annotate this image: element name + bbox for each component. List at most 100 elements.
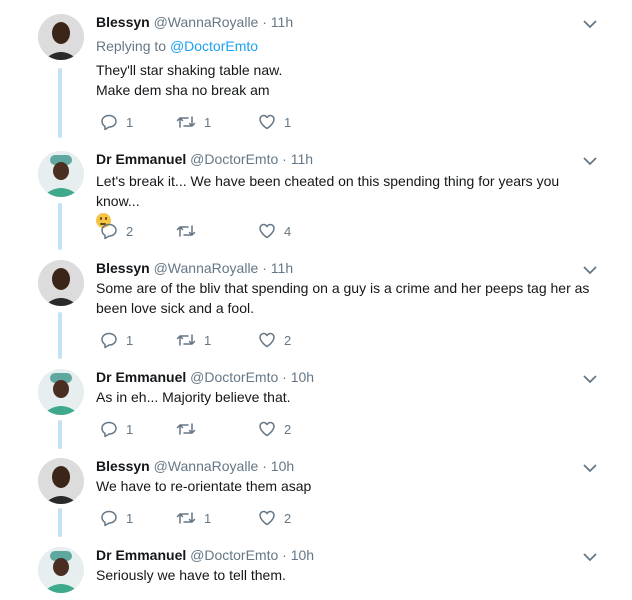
tweet[interactable]: Dr Emmanuel @DoctorEmto · 10h Seriously …	[0, 547, 632, 600]
heart-icon	[259, 421, 275, 437]
tweet-header: Blessyn @WannaRoyalle · 11h	[96, 14, 293, 30]
replying-to-link[interactable]: @DoctorEmto	[170, 38, 258, 54]
author-handle[interactable]: @WannaRoyalle	[154, 260, 259, 276]
heart-icon	[259, 114, 275, 130]
like-button[interactable]: 4	[258, 221, 291, 241]
tweet-actions: 1 1 1	[96, 112, 356, 132]
separator: ·	[282, 369, 287, 385]
author-handle[interactable]: @DoctorEmto	[190, 369, 278, 385]
reply-icon	[101, 114, 117, 131]
like-count: 1	[284, 114, 292, 130]
retweet-button[interactable]	[176, 419, 204, 439]
like-button[interactable]: 2	[258, 508, 291, 528]
reply-button[interactable]: 1	[100, 330, 133, 350]
tweet-line: been love sick and a fool.	[96, 300, 254, 316]
tweet[interactable]: Blessyn @WannaRoyalle · 11h Some are of …	[0, 260, 632, 360]
avatar[interactable]	[38, 369, 84, 415]
reply-button[interactable]: 2	[100, 221, 133, 241]
reply-icon	[101, 223, 117, 240]
heart-icon	[259, 223, 275, 239]
author-name[interactable]: Dr Emmanuel	[96, 369, 186, 385]
tweet-header: Blessyn @WannaRoyalle · 10h	[96, 458, 294, 474]
chevron-down-icon[interactable]	[582, 462, 598, 474]
author-name[interactable]: Blessyn	[96, 458, 150, 474]
author-handle[interactable]: @DoctorEmto	[190, 547, 278, 563]
separator: ·	[282, 547, 287, 563]
reply-icon	[101, 332, 117, 349]
avatar[interactable]	[38, 14, 84, 60]
tweet-header: Dr Emmanuel @DoctorEmto · 10h	[96, 369, 314, 385]
like-button[interactable]: 2	[258, 419, 291, 439]
heart-icon	[259, 332, 275, 348]
avatar[interactable]	[38, 151, 84, 197]
reply-icon	[101, 421, 117, 438]
replying-prefix: Replying to	[96, 38, 167, 54]
tweet-line: Some are of the bliv that spending on a …	[96, 280, 590, 296]
retweet-icon	[176, 423, 196, 435]
tweet[interactable]: Blessyn @WannaRoyalle · 10h We have to r…	[0, 458, 632, 538]
tweet-header: Blessyn @WannaRoyalle · 11h	[96, 260, 293, 276]
tweet-header: Dr Emmanuel @DoctorEmto · 11h	[96, 151, 313, 167]
tweet[interactable]: Dr Emmanuel @DoctorEmto · 10h As in eh..…	[0, 369, 632, 449]
tweet[interactable]: Dr Emmanuel @DoctorEmto · 11h Let's brea…	[0, 151, 632, 251]
retweet-button[interactable]: 1	[176, 330, 211, 350]
author-handle[interactable]: @WannaRoyalle	[154, 14, 259, 30]
like-button[interactable]: 1	[258, 112, 291, 132]
reply-button[interactable]: 1	[100, 112, 133, 132]
author-handle[interactable]: @WannaRoyalle	[154, 458, 259, 474]
retweet-icon	[176, 512, 196, 524]
timestamp[interactable]: 11h	[271, 260, 293, 276]
replying-to: Replying to @DoctorEmto	[96, 38, 258, 54]
retweet-button[interactable]: 1	[176, 112, 211, 132]
author-name[interactable]: Blessyn	[96, 260, 150, 276]
timestamp[interactable]: 10h	[291, 547, 314, 563]
tweet-actions: 1 2	[96, 419, 356, 439]
retweet-button[interactable]	[176, 221, 204, 241]
author-name[interactable]: Dr Emmanuel	[96, 547, 186, 563]
reply-button[interactable]: 1	[100, 419, 133, 439]
chevron-down-icon[interactable]	[582, 373, 598, 385]
retweet-button[interactable]: 1	[176, 508, 211, 528]
reply-icon	[101, 510, 117, 527]
timestamp[interactable]: 11h	[271, 14, 293, 30]
author-handle[interactable]: @DoctorEmto	[190, 151, 278, 167]
retweet-icon	[176, 225, 196, 237]
like-count: 2	[284, 421, 292, 437]
tweet-text: We have to re-orientate them asap	[96, 476, 606, 496]
tweet[interactable]: Blessyn @WannaRoyalle · 11h Replying to …	[0, 14, 632, 140]
avatar[interactable]	[38, 260, 84, 306]
timestamp[interactable]: 10h	[271, 458, 294, 474]
chevron-down-icon[interactable]	[582, 18, 598, 30]
timestamp[interactable]: 10h	[291, 369, 314, 385]
like-button[interactable]: 2	[258, 330, 291, 350]
chevron-down-icon[interactable]	[582, 155, 598, 167]
like-count: 2	[284, 510, 292, 526]
chevron-down-icon[interactable]	[582, 264, 598, 276]
author-name[interactable]: Blessyn	[96, 14, 150, 30]
avatar[interactable]	[38, 547, 84, 593]
avatar[interactable]	[38, 458, 84, 504]
tweet-line: Seriously we have to tell them.	[96, 567, 286, 583]
retweet-count: 1	[204, 114, 212, 130]
tweet-text: They'll star shaking table naw. Make dem…	[96, 60, 606, 100]
retweet-icon	[176, 334, 196, 346]
author-name[interactable]: Dr Emmanuel	[96, 151, 186, 167]
separator: ·	[262, 260, 267, 276]
timestamp[interactable]: 11h	[291, 151, 313, 167]
tweet-line: As in eh... Majority believe that.	[96, 389, 291, 405]
retweet-count: 1	[204, 510, 212, 526]
tweet-line: They'll star shaking table naw.	[96, 62, 283, 78]
tweet-actions: 2 4	[96, 221, 356, 241]
like-count: 2	[284, 332, 292, 348]
reply-count: 1	[126, 510, 134, 526]
tweet-line: Let's break it... We have been cheated o…	[96, 173, 560, 209]
reply-count: 1	[126, 421, 134, 437]
tweet-line: We have to re-orientate them asap	[96, 478, 312, 494]
tweet-text: Some are of the bliv that spending on a …	[96, 278, 606, 318]
tweet-actions: 1 1 2	[96, 508, 356, 528]
reply-count: 1	[126, 114, 134, 130]
reply-count: 1	[126, 332, 134, 348]
chevron-down-icon[interactable]	[582, 551, 598, 563]
retweet-icon	[176, 116, 196, 128]
reply-button[interactable]: 1	[100, 508, 133, 528]
